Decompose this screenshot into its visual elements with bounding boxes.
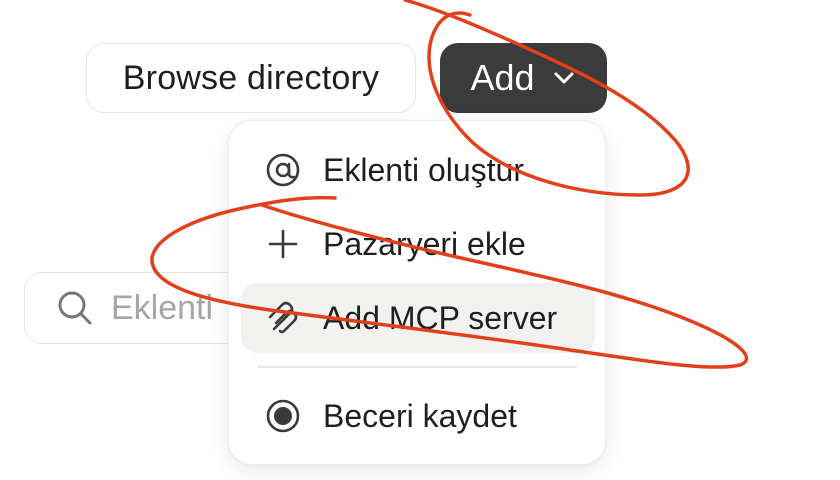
menu-item-create-plugin[interactable]: Eklenti oluştur	[241, 135, 595, 205]
menu-item-add-marketplace[interactable]: Pazaryeri ekle	[241, 209, 595, 279]
browse-directory-button[interactable]: Browse directory	[86, 43, 416, 113]
search-placeholder: Eklenti	[111, 288, 214, 327]
browse-directory-label: Browse directory	[122, 58, 380, 97]
add-dropdown-menu: Eklenti oluştur Pazaryeri ekle Add MCP s…	[228, 120, 606, 465]
plus-icon	[268, 229, 298, 259]
add-label: Add	[470, 57, 535, 98]
menu-divider	[257, 366, 577, 368]
mcp-icon	[268, 301, 298, 334]
menu-item-add-mcp-server[interactable]: Add MCP server	[241, 283, 595, 353]
menu-item-label: Add MCP server	[323, 299, 558, 336]
at-icon	[266, 153, 300, 187]
menu-item-label: Eklenti oluştur	[323, 151, 524, 188]
menu-item-save-skill[interactable]: Beceri kaydet	[241, 381, 595, 451]
menu-item-label: Beceri kaydet	[323, 397, 517, 434]
menu-item-label: Pazaryeri ekle	[323, 225, 526, 262]
search-icon	[58, 291, 92, 325]
radio-icon	[266, 399, 300, 433]
chevron-down-icon	[554, 72, 574, 84]
add-dropdown-button[interactable]: Add	[440, 43, 607, 113]
